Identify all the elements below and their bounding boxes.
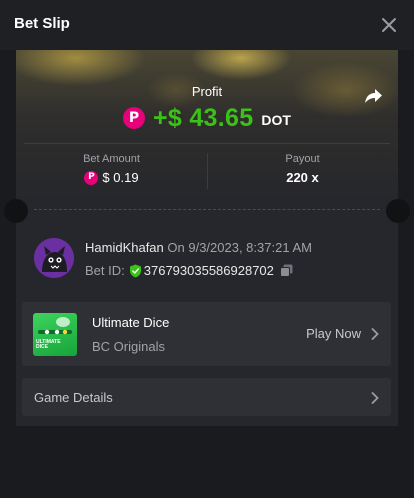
user-info-line: HamidKhafan On 9/3/2023, 8:37:21 AM <box>85 240 312 255</box>
close-icon[interactable] <box>376 12 402 38</box>
slip-lower: HamidKhafan On 9/3/2023, 8:37:21 AM Bet … <box>16 50 398 426</box>
game-name: Ultimate Dice <box>92 315 170 330</box>
game-details-label: Game Details <box>34 390 113 405</box>
copy-icon[interactable] <box>279 264 293 277</box>
game-card[interactable]: ULTIMATE DICE Ultimate Dice BC Originals… <box>22 302 391 366</box>
play-now-button[interactable]: Play Now <box>306 326 379 341</box>
bet-timestamp: On 9/3/2023, 8:37:21 AM <box>167 240 312 255</box>
bet-id-label: Bet ID: <box>85 263 125 278</box>
chevron-right-icon <box>371 391 379 404</box>
bet-id-value: 376793035586928702 <box>143 263 274 278</box>
game-details-row[interactable]: Game Details <box>22 378 391 416</box>
thumb-label-line2: DICE <box>36 344 48 350</box>
bet-slip-modal: Bet Slip Profit P +$ 43.65 DOT Bet Amoun… <box>0 0 414 498</box>
username[interactable]: HamidKhafan <box>85 240 164 255</box>
game-thumbnail-label: ULTIMATE DICE <box>36 340 61 350</box>
modal-title: Bet Slip <box>14 15 70 32</box>
chevron-right-icon <box>371 327 379 340</box>
bet-id-line: Bet ID: 376793035586928702 <box>85 263 293 278</box>
game-thumbnail: ULTIMATE DICE <box>33 313 77 356</box>
game-provider: BC Originals <box>92 339 165 354</box>
shield-check-icon <box>129 264 142 278</box>
modal-header: Bet Slip <box>0 0 414 50</box>
play-now-label: Play Now <box>306 326 361 341</box>
avatar[interactable] <box>34 238 74 278</box>
